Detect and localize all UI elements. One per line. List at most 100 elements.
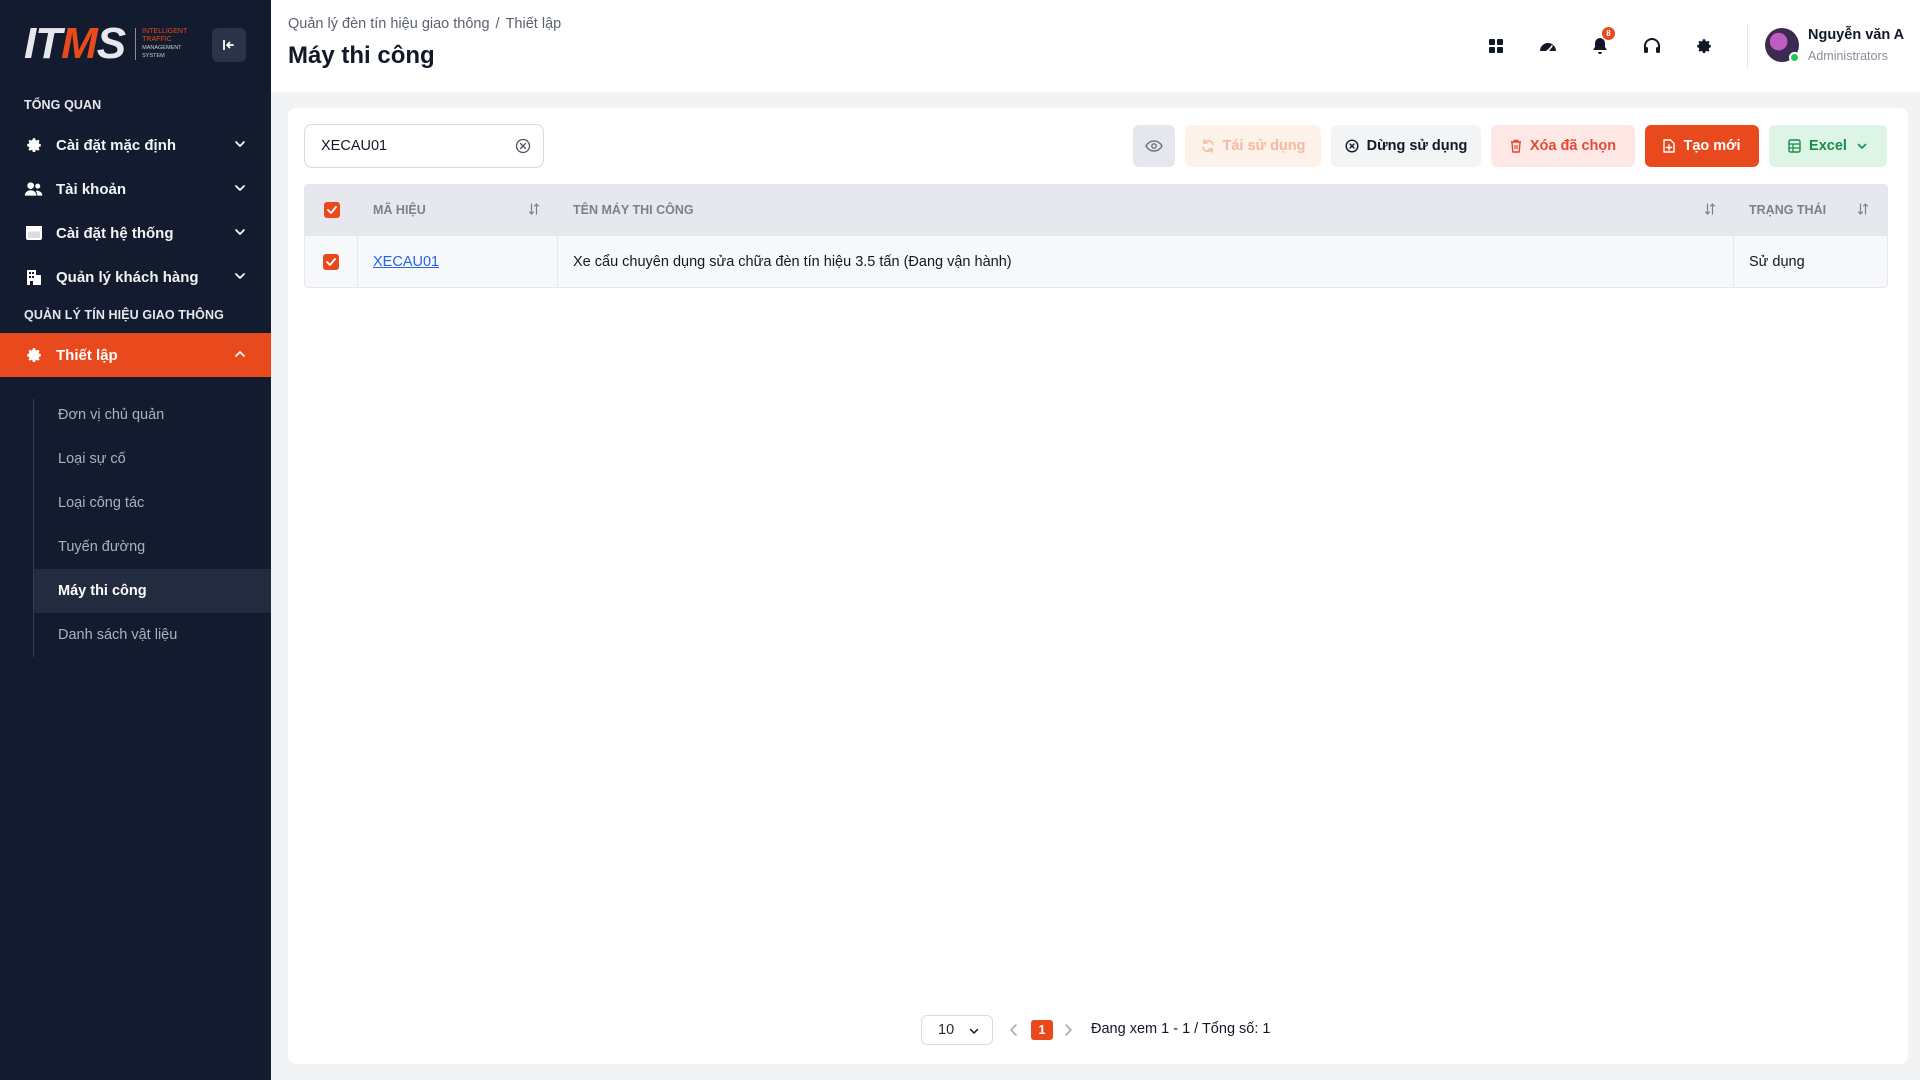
excel-label: Excel: [1809, 138, 1847, 154]
header-checkbox-cell: [305, 185, 358, 235]
sidebar-item-label: Cài đặt mặc định: [56, 136, 177, 154]
sort-icon[interactable]: [528, 203, 540, 215]
x-circle-icon: [1345, 139, 1359, 153]
chevron-down-icon: [1857, 143, 1867, 149]
stop-using-button[interactable]: Dừng sử dụng: [1331, 125, 1481, 167]
gear-icon: [24, 345, 44, 365]
table-header: MÃ HIỆU TÊN MÁY THI CÔNG TRẠNG THÁI: [305, 185, 1887, 235]
sidebar-item-accounts[interactable]: Tài khoản: [0, 167, 271, 211]
logo-subtitle: INTELLIGENT TRAFFIC MANAGEMENT SYSTEM: [135, 28, 187, 60]
clear-search-icon[interactable]: [515, 138, 531, 158]
gear-icon[interactable]: [1688, 30, 1720, 62]
section-overview: TỔNG QUAN: [24, 98, 102, 112]
dashboard-gauge-icon[interactable]: [1532, 30, 1564, 62]
search-box[interactable]: [304, 124, 544, 168]
reuse-label: Tái sử dụng: [1222, 138, 1306, 154]
breadcrumb-item[interactable]: Thiết lập: [506, 16, 562, 32]
sidebar-subitem-owner-units[interactable]: Đơn vị chủ quản: [34, 393, 271, 437]
bell-icon[interactable]: 8: [1584, 27, 1616, 62]
sidebar-subitem-work-types[interactable]: Loại công tác: [34, 481, 271, 525]
page-title: Máy thi công: [288, 42, 435, 69]
previous-page-icon[interactable]: [1008, 1023, 1020, 1037]
select-all-checkbox[interactable]: [323, 202, 340, 218]
online-status-dot: [1789, 52, 1800, 63]
column-header-name[interactable]: TÊN MÁY THI CÔNG: [558, 185, 1734, 235]
apps-grid-icon[interactable]: [1480, 30, 1512, 62]
excel-export-button[interactable]: Excel: [1769, 125, 1887, 167]
view-button[interactable]: [1133, 125, 1175, 167]
sidebar-subitem-materials[interactable]: Danh sách vật liệu: [34, 613, 271, 657]
refresh-icon: [1201, 139, 1215, 153]
top-header: Quản lý đèn tín hiệu giao thông / Thiết lậ…: [271, 0, 1920, 92]
cell-code: XECAU01: [358, 236, 558, 287]
column-header-status[interactable]: TRẠNG THÁI: [1734, 185, 1887, 235]
machine-code-link[interactable]: XECAU01: [373, 254, 439, 270]
user-role: Administrators: [1808, 49, 1888, 63]
breadcrumb-separator: /: [495, 16, 500, 32]
breadcrumb-item[interactable]: Quản lý đèn tín hiệu giao thông: [288, 16, 490, 32]
page-number-button[interactable]: 1: [1031, 1020, 1053, 1040]
cell-status: Sử dụng: [1749, 253, 1805, 270]
building-icon: [24, 267, 44, 287]
sidebar-item-customers[interactable]: Quản lý khách hàng: [0, 255, 271, 299]
collapse-sidebar-button[interactable]: [212, 28, 246, 62]
sidebar-item-system-settings[interactable]: Cài đặt hệ thống: [0, 211, 271, 255]
spreadsheet-icon: [1788, 139, 1801, 153]
header-actions: 8: [1480, 27, 1740, 62]
collapse-left-icon: [223, 40, 234, 50]
table-row[interactable]: XECAU01 Xe cẩu chuyên dụng sửa chữa đèn …: [305, 235, 1887, 287]
chevron-down-icon: [235, 141, 245, 147]
notification-badge: 8: [1602, 27, 1615, 40]
sidebar-item-setup[interactable]: Thiết lập: [0, 333, 271, 377]
pagination: 10 1 Đang xem 1 - 1 / Tổng số: 1: [288, 1015, 1908, 1045]
section-traffic: QUẢN LÝ TÍN HIỆU GIAO THÔNG: [24, 308, 224, 322]
page-size-select[interactable]: 10: [921, 1015, 993, 1045]
next-page-icon[interactable]: [1062, 1023, 1074, 1037]
chevron-down-icon: [235, 273, 245, 279]
header-divider: [1747, 24, 1748, 68]
gear-icon: [24, 135, 44, 155]
row-checkbox-cell: [305, 236, 358, 287]
stop-using-label: Dừng sử dụng: [1366, 138, 1468, 154]
delete-selected-button[interactable]: Xóa đã chọn: [1491, 125, 1635, 167]
sidebar-item-label: Thiết lập: [56, 346, 118, 364]
sidebar: ITMS INTELLIGENT TRAFFIC MANAGEMENT SYSTEM …: [0, 0, 271, 1080]
window-icon: [24, 223, 44, 243]
logo: ITMS INTELLIGENT TRAFFIC MANAGEMENT SYSTEM: [24, 22, 187, 66]
sidebar-item-label: Quản lý khách hàng: [56, 268, 199, 286]
column-header-code[interactable]: MÃ HIỆU: [358, 185, 558, 235]
sidebar-subitem-incident-types[interactable]: Loại sự cố: [34, 437, 271, 481]
pagination-info: Đang xem 1 - 1 / Tổng số: 1: [1091, 1021, 1271, 1037]
delete-selected-label: Xóa đã chọn: [1529, 138, 1617, 154]
file-plus-icon: [1663, 139, 1676, 153]
content-card: Tái sử dụng Dừng sử dụng Xóa đã chọn Tạo…: [288, 108, 1908, 1064]
sort-icon[interactable]: [1704, 203, 1716, 215]
search-input[interactable]: [321, 138, 501, 154]
column-header-label: TÊN MÁY THI CÔNG: [573, 203, 694, 217]
user-name[interactable]: Nguyễn văn A: [1808, 27, 1904, 43]
cell-name: Xe cẩu chuyên dụng sửa chữa đèn tín hiệu…: [558, 236, 1734, 287]
logo-text: ITMS: [24, 19, 126, 68]
sidebar-item-label: Cài đặt hệ thống: [56, 224, 174, 242]
sidebar-subitem-routes[interactable]: Tuyến đường: [34, 525, 271, 569]
reuse-button[interactable]: Tái sử dụng: [1185, 125, 1321, 167]
users-icon: [24, 179, 44, 199]
row-checkbox[interactable]: [323, 253, 339, 270]
chevron-up-icon: [235, 351, 245, 357]
check-icon: [326, 257, 336, 266]
create-new-button[interactable]: Tạo mới: [1645, 125, 1759, 167]
trash-icon: [1510, 139, 1522, 153]
avatar[interactable]: [1765, 28, 1800, 63]
create-new-label: Tạo mới: [1683, 138, 1741, 154]
check-icon: [326, 206, 337, 214]
chevron-down-icon: [235, 229, 245, 235]
sidebar-item-label: Tài khoản: [56, 180, 127, 198]
machines-table: MÃ HIỆU TÊN MÁY THI CÔNG TRẠNG THÁI XECA…: [304, 184, 1888, 288]
chevron-down-icon: [235, 185, 245, 191]
sidebar-subitem-machines[interactable]: Máy thi công: [34, 569, 271, 613]
headset-icon[interactable]: [1636, 30, 1668, 62]
sidebar-item-default-settings[interactable]: Cài đặt mặc định: [0, 123, 271, 167]
sort-icon[interactable]: [1857, 203, 1869, 215]
column-header-label: TRẠNG THÁI: [1749, 203, 1827, 217]
page-size-value: 10: [938, 1022, 955, 1038]
